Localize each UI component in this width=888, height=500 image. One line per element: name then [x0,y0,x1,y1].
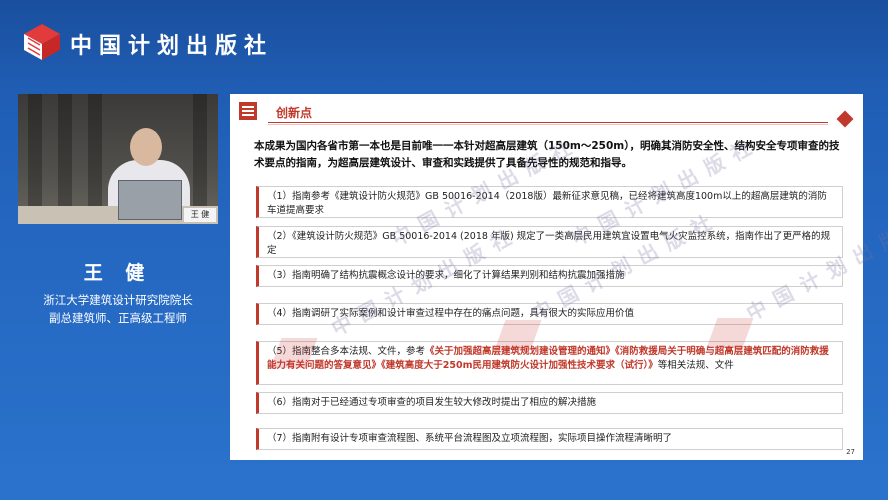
list-item: （6）指南对于已经通过专项审查的项目发生较大修改时提出了相应的解决措施 [256,392,843,414]
list-item: （3）指南明确了结构抗震概念设计的要求，细化了计算结果判别和结构抗震加强措施 [256,265,843,287]
presentation-slide: 创新点 本成果为国内各省市第一本也是目前唯一一本针对超高层建筑（150m～250… [230,94,863,460]
speaker-name: 王 健 [83,262,153,284]
section-title: 创新点 [276,106,313,120]
diamond-icon [836,110,854,128]
publisher-name: 中国计划出版社 [70,33,274,59]
list-item-suffix: 等相关法规、文件 [657,360,734,371]
publisher-logo-icon [24,24,60,60]
section-icon [239,102,257,120]
nameplate: 王 健 [184,208,216,222]
speaker-title-line1: 浙江大学建筑设计研究院院长 [43,293,193,307]
list-item-prefix: （5）指南整合多本法规、文件，参考 [267,346,426,357]
title-divider [268,122,828,123]
list-item: （4）指南调研了实际案例和设计审查过程中存在的痛点问题，具有很大的实际应用价值 [256,303,843,325]
list-item: （7）指南附有设计专项审查流程图、系统平台流程图及立项流程图，实际项目操作流程清… [256,428,843,450]
speaker-video: 王 健 [18,94,218,224]
speaker-title-line2: 副总建筑师、正高级工程师 [49,311,187,325]
list-item: （2）《建筑设计防火规范》GB 50016-2014 (2018 年版) 规定了… [256,226,843,258]
list-item: （5）指南整合多本法规、文件，参考《关于加强超高层建筑规划建设管理的通知》《消防… [256,341,843,385]
list-item: （1）指南参考《建筑设计防火规范》GB 50016-2014（2018版）最新征… [256,186,843,218]
title-divider-shadow [268,124,828,125]
laptop-icon [118,180,182,220]
summary-text: 本成果为国内各省市第一本也是目前唯一一本针对超高层建筑（150m～250m），明… [254,140,840,169]
page-number: 27 [846,448,855,456]
